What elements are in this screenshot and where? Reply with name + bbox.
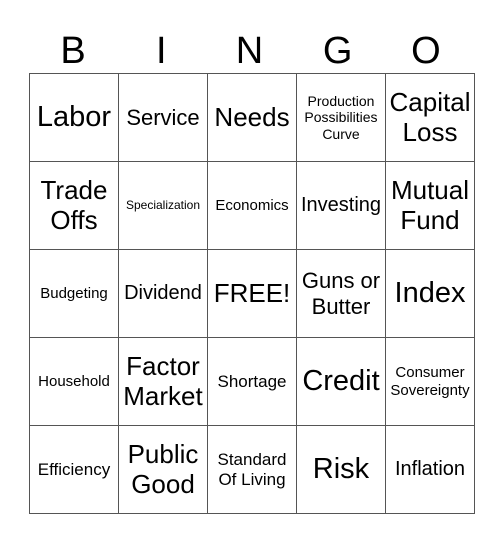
bingo-cell[interactable]: Inflation <box>385 425 475 514</box>
bingo-cell[interactable]: Factor Market <box>118 337 208 426</box>
header-letter-g: G <box>322 30 353 72</box>
header-letter-n: N <box>235 30 264 72</box>
bingo-cell[interactable]: Labor <box>29 73 119 162</box>
bingo-cell[interactable]: Production Possibilities Curve <box>296 73 386 162</box>
bingo-cell[interactable]: Efficiency <box>29 425 119 514</box>
bingo-cell[interactable]: Dividend <box>118 249 208 338</box>
bingo-cell free-space[interactable]: FREE! <box>207 249 297 338</box>
bingo-row: Labor Service Needs Production Possibili… <box>29 73 475 162</box>
bingo-cell[interactable]: Standard Of Living <box>207 425 297 514</box>
bingo-row: Budgeting Dividend FREE! Guns or Butter … <box>29 249 475 338</box>
bingo-cell[interactable]: Public Good <box>118 425 208 514</box>
bingo-card: Labor Service Needs Production Possibili… <box>29 73 475 514</box>
bingo-cell[interactable]: Consumer Sovereignty <box>385 337 475 426</box>
bingo-cell[interactable]: Budgeting <box>29 249 119 338</box>
bingo-cell[interactable]: Needs <box>207 73 297 162</box>
header-letter-o: O <box>411 30 441 72</box>
bingo-cell[interactable]: Household <box>29 337 119 426</box>
bingo-header: B I N G O <box>29 30 470 73</box>
bingo-cell[interactable]: Economics <box>207 161 297 250</box>
bingo-cell[interactable]: Shortage <box>207 337 297 426</box>
bingo-cell[interactable]: Capital Loss <box>385 73 475 162</box>
bingo-cell[interactable]: Credit <box>296 337 386 426</box>
bingo-cell[interactable]: Service <box>118 73 208 162</box>
bingo-cell[interactable]: Trade Offs <box>29 161 119 250</box>
bingo-cell[interactable]: Guns or Butter <box>296 249 386 338</box>
bingo-row: Trade Offs Specialization Economics Inve… <box>29 161 475 250</box>
bingo-cell[interactable]: Risk <box>296 425 386 514</box>
bingo-cell[interactable]: Index <box>385 249 475 338</box>
header-letter-b: B <box>60 30 86 72</box>
bingo-cell[interactable]: Mutual Fund <box>385 161 475 250</box>
bingo-cell[interactable]: Investing <box>296 161 386 250</box>
bingo-row: Efficiency Public Good Standard Of Livin… <box>29 425 475 514</box>
bingo-cell[interactable]: Specialization <box>118 161 208 250</box>
header-letter-i: I <box>156 30 167 72</box>
bingo-row: Household Factor Market Shortage Credit … <box>29 337 475 426</box>
